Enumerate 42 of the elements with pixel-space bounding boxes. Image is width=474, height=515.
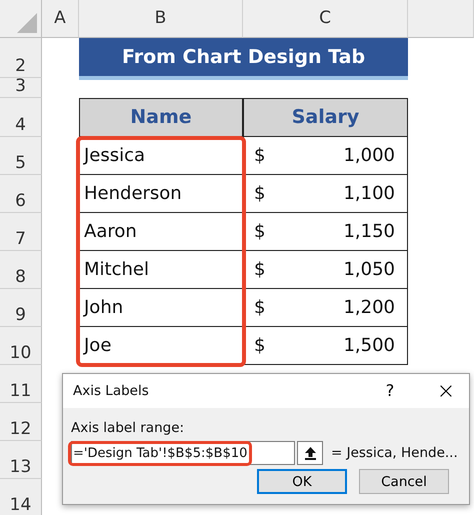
row-header[interactable]: 2 — [0, 38, 42, 78]
salary-amount: 1,150 — [343, 220, 395, 244]
dialog-button[interactable]: Cancel — [359, 469, 449, 494]
row-header[interactable]: 10 — [0, 327, 42, 365]
salary-amount: 1,100 — [343, 182, 395, 206]
row-header[interactable]: 7 — [0, 213, 42, 251]
column-header[interactable]: A — [42, 0, 79, 38]
row-header[interactable]: 14 — [0, 479, 42, 515]
field-label: Axis label range: — [71, 419, 186, 438]
row-header[interactable]: 11 — [0, 365, 42, 403]
column-heading: Salary — [243, 98, 408, 137]
column-header[interactable]: B — [79, 0, 243, 38]
dialog-title: Axis Labels — [73, 382, 150, 401]
row-header[interactable]: 12 — [0, 403, 42, 441]
input-field[interactable]: ='Design Tab'!$B$5:$B$10 — [71, 441, 295, 466]
title-cell: From Chart Design Tab — [79, 38, 408, 80]
currency-symbol: $ — [254, 334, 266, 358]
currency-symbol: $ — [254, 258, 266, 282]
row-header[interactable]: 8 — [0, 251, 42, 289]
salary-amount: 1,050 — [343, 258, 395, 282]
salary-amount: 1,000 — [343, 144, 395, 168]
currency-symbol: $ — [254, 182, 266, 206]
collapse-button[interactable] — [297, 441, 323, 466]
currency-symbol: $ — [254, 144, 266, 168]
help-button[interactable]: ? — [375, 379, 405, 403]
row-header[interactable]: 5 — [0, 137, 42, 175]
salary-amount: 1,500 — [343, 334, 395, 358]
select-all-icon[interactable] — [17, 13, 37, 33]
row-header[interactable]: 13 — [0, 441, 42, 479]
column-heading: Name — [79, 98, 243, 137]
row-header[interactable]: 9 — [0, 289, 42, 327]
row-header[interactable]: 3 — [0, 78, 42, 98]
close-button[interactable]: × — [431, 374, 461, 408]
range-preview: = Jessica, Hende... — [331, 444, 458, 464]
currency-symbol: $ — [254, 220, 266, 244]
currency-symbol: $ — [254, 296, 266, 320]
up-arrow-icon — [304, 446, 316, 460]
column-header[interactable]: C — [243, 0, 408, 38]
salary-amount: 1,200 — [343, 296, 395, 320]
dialog-button[interactable]: OK — [257, 469, 347, 494]
row-header[interactable]: 4 — [0, 98, 42, 137]
row-header[interactable]: 6 — [0, 175, 42, 213]
